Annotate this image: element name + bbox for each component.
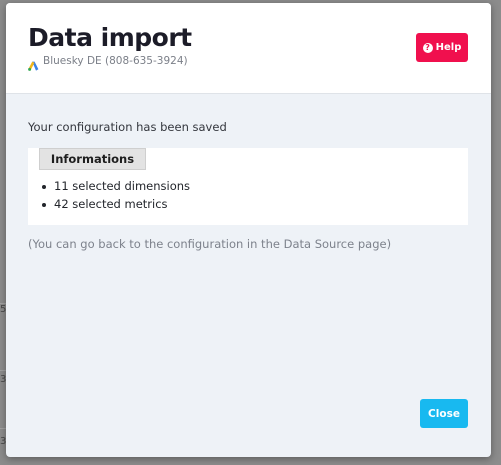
configuration-hint: (You can go back to the configuration in… xyxy=(28,237,392,251)
list-item: 42 selected metrics xyxy=(42,195,190,213)
account-label: Bluesky DE (808-635-3924) xyxy=(43,55,188,67)
question-circle-icon: ? xyxy=(422,42,433,53)
list-item-text: 42 selected metrics xyxy=(54,197,168,211)
informations-tab: Informations xyxy=(39,148,146,170)
google-ads-icon xyxy=(28,56,39,71)
dialog-header: Data import Bluesky DE (808-635-3924) ? … xyxy=(6,3,491,94)
data-import-dialog: Data import Bluesky DE (808-635-3924) ? … xyxy=(6,3,491,457)
dialog-title: Data import xyxy=(28,23,192,52)
bullet-icon xyxy=(42,184,46,189)
list-item: 11 selected dimensions xyxy=(42,177,190,195)
close-button[interactable]: Close xyxy=(420,399,468,428)
list-item-text: 11 selected dimensions xyxy=(54,179,191,193)
informations-list: 11 selected dimensions 42 selected metri… xyxy=(42,177,190,213)
account-info: Bluesky DE (808-635-3924) xyxy=(28,54,188,71)
help-button[interactable]: ? Help xyxy=(416,33,468,62)
bullet-icon xyxy=(42,202,46,207)
saved-message: Your configuration has been saved xyxy=(28,120,227,134)
informations-panel: Informations 11 selected dimensions 42 s… xyxy=(28,148,468,225)
help-button-label: Help xyxy=(435,42,462,53)
